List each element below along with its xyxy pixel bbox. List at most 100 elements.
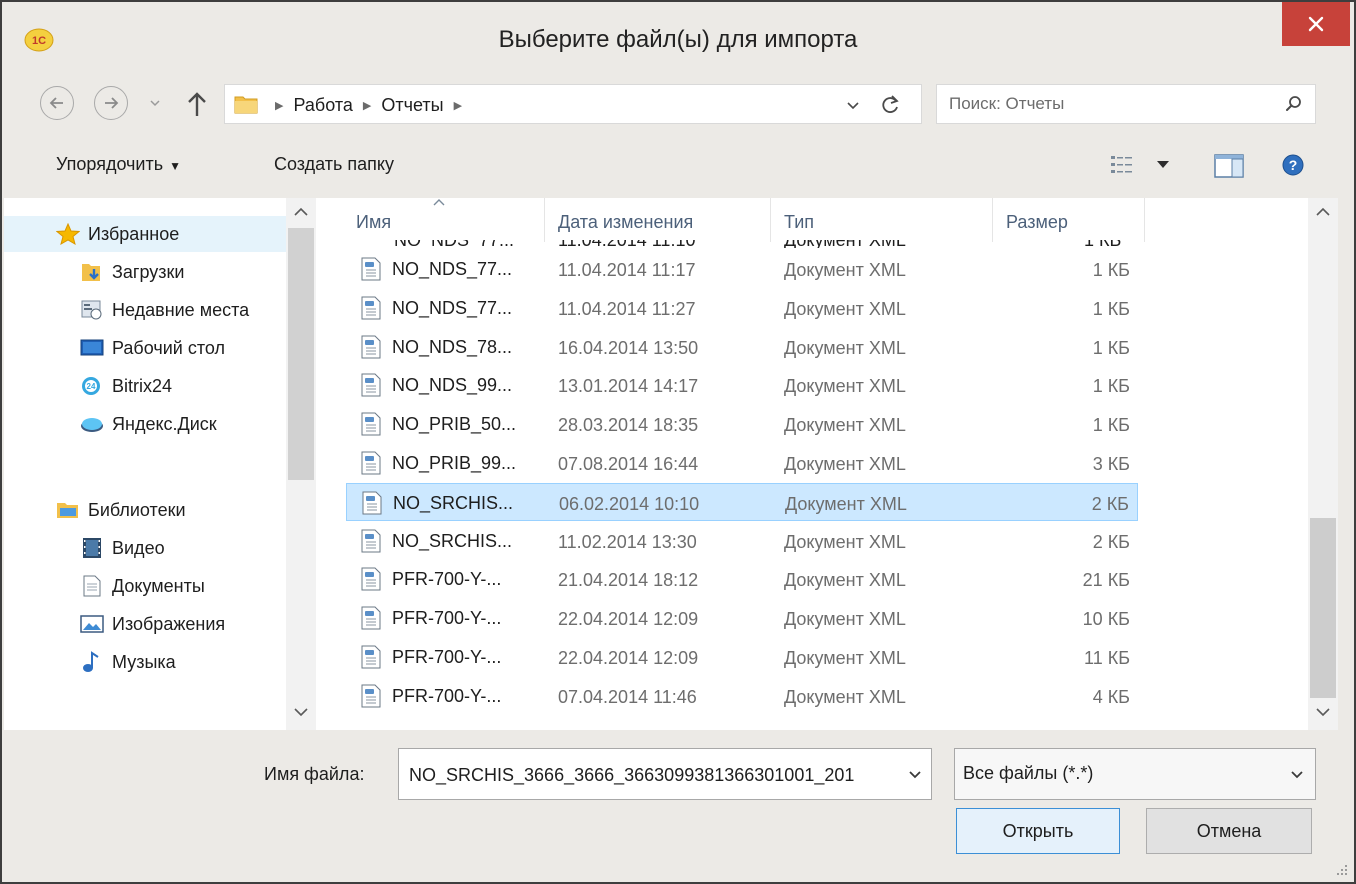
sidebar-item-yandex-disk[interactable]: Яндекс.Диск xyxy=(4,406,286,442)
scroll-down-icon[interactable] xyxy=(292,706,310,718)
xml-file-icon xyxy=(361,684,381,708)
table-row[interactable]: NO_PRIB_50... 28.03.2014 18:35 Документ XM… xyxy=(346,405,1138,443)
search-icon[interactable] xyxy=(1285,95,1303,113)
breadcrumb-separator-icon[interactable]: ▶ xyxy=(363,99,371,112)
file-list-scrollbar[interactable] xyxy=(1308,198,1338,730)
sidebar-item-label: Избранное xyxy=(88,223,180,244)
file-date: 07.08.2014 16:44 xyxy=(558,454,699,474)
command-toolbar: Упорядочить ▼ Создать папку ? xyxy=(2,146,1354,190)
refresh-icon[interactable] xyxy=(881,95,901,115)
column-divider[interactable] xyxy=(992,198,993,242)
file-name: NO_PRIB_50... xyxy=(392,414,517,435)
yandex-disk-icon xyxy=(81,418,103,432)
back-button[interactable] xyxy=(40,86,74,120)
forward-button[interactable] xyxy=(94,86,128,120)
up-arrow-icon[interactable] xyxy=(184,88,210,120)
scrollbar-thumb[interactable] xyxy=(1310,518,1336,698)
sidebar-item-label: Документы xyxy=(112,575,205,596)
documents-icon xyxy=(83,575,101,597)
chevron-down-icon xyxy=(1291,771,1303,779)
table-row[interactable]: PFR-700-Y-... 21.04.2014 18:12 Документ XM… xyxy=(346,560,1138,598)
file-size: 1 КБ xyxy=(1092,415,1130,436)
preview-pane-icon[interactable] xyxy=(1214,154,1244,178)
file-type: Документ XML xyxy=(784,337,906,358)
sidebar-item-music[interactable]: Музыка xyxy=(4,644,286,680)
table-row[interactable]: PFR-700-Y-... 22.04.2014 12:09 Документ XM… xyxy=(346,599,1138,637)
sidebar-item-libraries[interactable]: Библиотеки xyxy=(4,492,286,528)
downloads-icon xyxy=(82,264,100,281)
column-divider[interactable] xyxy=(770,198,771,242)
scroll-down-icon[interactable] xyxy=(1314,706,1332,718)
file-name: PFR-700-Y-... xyxy=(392,608,502,629)
table-row[interactable]: NO_NDS_77... 11.04.2014 11:17 Документ XML… xyxy=(346,250,1138,288)
sidebar-item-video[interactable]: Видео xyxy=(4,530,286,566)
breadcrumb-separator-icon: ▶ xyxy=(275,100,284,112)
file-list: Имя Дата изменения Тип Размер NO_NDS_77.… xyxy=(316,198,1308,730)
sidebar-item-label: Видео xyxy=(112,537,165,558)
scroll-up-icon[interactable] xyxy=(1314,206,1332,218)
table-row[interactable]: NO_NDS_78... 16.04.2014 13:50 Документ XML… xyxy=(346,328,1138,366)
navigation-scrollbar[interactable] xyxy=(286,198,316,730)
sidebar-item-pictures[interactable]: Изображения xyxy=(4,606,286,642)
file-name: NO_SRCHIS... xyxy=(392,530,513,551)
cancel-button[interactable]: Отмена xyxy=(1146,808,1312,854)
sidebar-item-label: Рабочий стол xyxy=(112,337,225,358)
table-row[interactable]: PFR-700-Y-... 22.04.2014 12:09 Документ XM… xyxy=(346,638,1138,676)
sidebar-item-downloads[interactable]: Загрузки xyxy=(4,254,286,290)
file-name: PFR-700-Y-... xyxy=(392,647,502,667)
table-row[interactable]: NO_PRIB_99... 07.08.2014 16:44 Документ XM… xyxy=(346,444,1138,482)
table-row[interactable]: NO_NDS_99... 13.01.2014 14:17 Документ XML… xyxy=(346,366,1138,404)
address-dropdown-icon[interactable] xyxy=(845,97,861,113)
partial-file-row[interactable]: NO_NDS_77... 11.04.2014 11:10 Документ X… xyxy=(356,240,1146,248)
sidebar-item-desktop[interactable]: Рабочий стол xyxy=(4,330,286,366)
table-row[interactable]: NO_SRCHIS... 11.02.2014 13:30 Документ XML… xyxy=(346,522,1138,560)
sidebar-item-recent-places[interactable]: Недавние места xyxy=(4,292,286,328)
sidebar-item-favorites[interactable]: Избранное xyxy=(4,216,286,252)
address-bar[interactable]: ▶ Работа ▶ Отчеты ▶ xyxy=(224,84,922,124)
xml-file-icon xyxy=(361,606,381,630)
table-row[interactable]: NO_SRCHIS... 06.02.2014 10:10 Документ XML… xyxy=(346,482,1138,521)
recent-locations-dropdown-icon[interactable] xyxy=(148,96,162,110)
scroll-up-icon[interactable] xyxy=(292,206,310,218)
sidebar-item-documents[interactable]: Документы xyxy=(4,568,286,604)
file-type-filter[interactable]: Все файлы (*.*) xyxy=(954,748,1316,800)
scrollbar-thumb[interactable] xyxy=(288,228,314,480)
filename-input[interactable] xyxy=(409,763,889,787)
search-input[interactable] xyxy=(949,93,1269,115)
column-divider[interactable] xyxy=(1144,198,1145,242)
file-size: 1 КБ xyxy=(1092,337,1130,358)
sidebar-item-label: Яндекс.Диск xyxy=(112,413,217,434)
help-icon[interactable]: ? xyxy=(1282,154,1304,176)
column-header-type[interactable]: Тип xyxy=(784,212,814,233)
breadcrumb-separator-icon[interactable]: ▶ xyxy=(454,99,462,112)
resize-grip-icon[interactable] xyxy=(1334,862,1348,876)
file-type: Документ XML xyxy=(784,531,906,552)
column-header-size[interactable]: Размер xyxy=(1006,212,1068,233)
sidebar-item-bitrix24[interactable]: 24 Bitrix24 xyxy=(4,368,286,404)
column-header-date[interactable]: Дата изменения xyxy=(558,212,693,233)
file-name: NO_NDS_77... xyxy=(392,297,513,318)
sidebar-item-label: Загрузки xyxy=(112,261,185,282)
sort-ascending-icon xyxy=(433,199,445,206)
recent-places-icon xyxy=(81,300,102,320)
filename-combobox[interactable] xyxy=(398,748,932,800)
new-folder-button[interactable]: Создать папку xyxy=(274,154,394,175)
file-name: NO_NDS_78... xyxy=(392,336,513,357)
table-row[interactable]: PFR-700-Y-... 07.04.2014 11:46 Документ XM… xyxy=(346,677,1138,715)
breadcrumb-item-rabota[interactable]: Работа xyxy=(293,95,352,116)
view-options-icon[interactable] xyxy=(1110,154,1134,176)
view-dropdown-icon[interactable] xyxy=(1156,160,1170,170)
organize-button[interactable]: Упорядочить ▼ xyxy=(56,154,181,175)
table-row[interactable]: NO_NDS_77... 11.04.2014 11:27 Документ XML… xyxy=(346,289,1138,327)
close-icon xyxy=(1308,16,1324,32)
open-button[interactable]: Открыть xyxy=(956,808,1120,854)
chevron-down-icon[interactable] xyxy=(907,769,923,781)
column-divider[interactable] xyxy=(544,198,545,242)
breadcrumb-item-otchety[interactable]: Отчеты xyxy=(381,95,443,116)
window-title: Выберите файл(ы) для импорта xyxy=(498,26,858,53)
close-button[interactable] xyxy=(1282,2,1350,46)
file-date: 16.04.2014 13:50 xyxy=(558,337,699,358)
column-header-name[interactable]: Имя xyxy=(356,212,391,233)
file-type: Документ XML xyxy=(784,298,906,319)
bitrix24-icon: 24 xyxy=(82,377,100,395)
